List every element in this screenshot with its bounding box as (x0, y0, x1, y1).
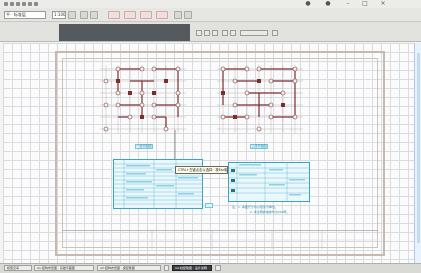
vertical-scrollbar[interactable] (414, 43, 421, 263)
tab-layout-a1[interactable]: A1-结构布置图 · 基础平面图 (34, 265, 94, 271)
drawing-note-2: 2. 未注明的墙体均为240厚。 (250, 210, 290, 214)
left-floor-plan[interactable] (98, 63, 188, 135)
title-bar: ● ● – □ × (0, 0, 421, 8)
layer-field[interactable]: 平 · 标准层 (4, 11, 46, 19)
layer-state-button[interactable] (184, 11, 192, 19)
open-icon[interactable] (10, 2, 14, 6)
cad-application-window: ● ● – □ × 平 · 标准层 1:100 绘制 墙体 门窗 (0, 0, 421, 273)
pan-icon[interactable] (204, 30, 210, 36)
match-button[interactable] (174, 11, 182, 19)
layer-dropdown-button[interactable] (68, 11, 76, 19)
scale-field[interactable]: 1:100 (52, 11, 66, 19)
layer-icon[interactable] (230, 30, 236, 36)
note-marker (205, 203, 213, 208)
title-block (62, 230, 378, 249)
minimize-icon[interactable]: – (345, 1, 351, 7)
left-plan-label: 一层平面图 (135, 144, 153, 149)
right-plan-label: 二层平面图 (250, 144, 268, 149)
tab-model[interactable]: 模型空间 (4, 265, 32, 271)
polar-button[interactable] (140, 11, 152, 19)
schedule-table-right[interactable] (228, 162, 310, 202)
color-button[interactable] (80, 11, 88, 19)
maximize-icon[interactable]: □ (362, 1, 368, 7)
tab-layout-a3[interactable] (164, 265, 169, 271)
pencil-icon[interactable] (212, 30, 218, 36)
help-icon[interactable]: ● (305, 1, 311, 7)
ribbon-toolbar: 绘制 墙体 门窗 标注 (0, 22, 421, 62)
zoom-icon[interactable] (196, 30, 202, 36)
tab-add[interactable] (215, 265, 221, 271)
command-panel[interactable] (59, 24, 190, 41)
cut-icon[interactable] (34, 2, 38, 6)
ortho-button[interactable] (124, 11, 136, 19)
osnap-button[interactable] (156, 11, 168, 19)
redo-icon[interactable] (22, 2, 26, 6)
schedule-table-right-grid (229, 163, 309, 201)
tab-layout-a2[interactable]: A2-结构布置图 · 梁配筋图 (97, 265, 161, 271)
property-toolbar: 平 · 标准层 1:100 (0, 8, 421, 22)
info-icon[interactable]: ● (325, 1, 331, 7)
tab-layout-a4[interactable]: A4-柱配筋图 · 设计说明 (172, 265, 212, 271)
drawing-note: 注：1. 本图尺寸均以毫米为单位。 (232, 205, 278, 209)
snap-button[interactable] (108, 11, 120, 19)
linetype-button[interactable] (90, 11, 98, 19)
undo-icon[interactable] (16, 2, 20, 6)
save-icon[interactable] (4, 2, 8, 6)
triangle-icon[interactable] (272, 30, 278, 36)
right-floor-plan[interactable] (215, 63, 305, 135)
scrollbar-thumb[interactable] (417, 53, 420, 243)
selection-tooltip: CTRL+左键点击以选择 · 按Esc取消选择 (175, 166, 228, 174)
close-icon[interactable]: × (380, 1, 386, 7)
measure-icon[interactable] (222, 30, 228, 36)
view-field[interactable] (240, 30, 268, 36)
print-icon[interactable] (28, 2, 32, 6)
